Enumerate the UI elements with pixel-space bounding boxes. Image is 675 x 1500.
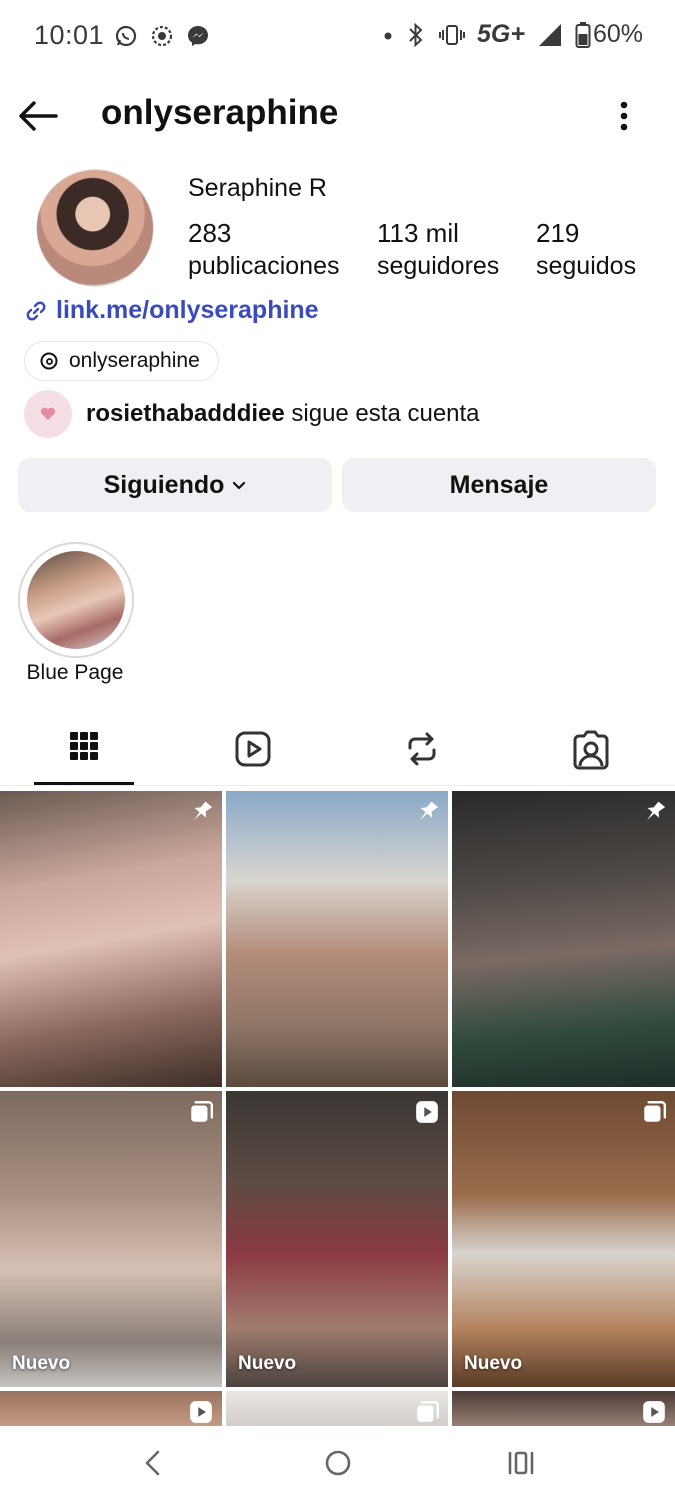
tab-divider	[0, 785, 675, 786]
carousel-icon	[417, 1401, 440, 1422]
follower-suffix: sigue esta cuenta	[291, 400, 480, 427]
following-button[interactable]: Siguiendo	[18, 458, 332, 512]
more-options-icon[interactable]	[606, 94, 642, 138]
whatsapp-icon	[115, 25, 137, 47]
reposts-icon[interactable]	[398, 726, 446, 774]
new-post-label: Nuevo	[464, 1353, 523, 1374]
post-tile[interactable]	[226, 791, 448, 1087]
post-tile[interactable]: Nuevo	[226, 1091, 448, 1387]
story-highlight[interactable]	[18, 542, 134, 658]
battery-percent: 60%	[592, 20, 643, 48]
follower-username: rosiethabadddiee	[86, 400, 285, 427]
nav-home-icon[interactable]	[322, 1447, 354, 1479]
dot-icon	[384, 32, 392, 39]
grid-icon[interactable]	[60, 726, 108, 774]
reel-icon	[416, 1101, 438, 1123]
carousel-icon	[644, 1101, 667, 1122]
carousel-icon	[191, 1101, 214, 1122]
threads-handle: onlyseraphine	[69, 349, 200, 372]
nav-recents-icon[interactable]	[505, 1447, 537, 1479]
followers-count[interactable]: 113 mil	[377, 218, 459, 249]
threads-icon	[40, 352, 58, 370]
nav-back-icon[interactable]	[138, 1447, 170, 1479]
bluetooth-icon	[409, 22, 423, 47]
pin-icon	[420, 801, 439, 821]
reel-icon	[190, 1401, 212, 1423]
signal-icon	[538, 23, 561, 46]
network-type: 5G+	[477, 20, 525, 48]
highlight-cover	[27, 551, 125, 649]
following-label: Siguiendo	[103, 470, 225, 499]
new-post-label: Nuevo	[238, 1353, 297, 1374]
pin-icon	[194, 801, 213, 821]
message-button[interactable]: Mensaje	[342, 458, 656, 512]
battery-icon	[575, 21, 591, 48]
post-tile[interactable]	[0, 791, 222, 1087]
vibrate-icon	[439, 24, 465, 45]
status-right: 5G+ 60%	[383, 20, 643, 49]
post-tile[interactable]	[452, 791, 675, 1087]
highlight-label[interactable]: Blue Page	[0, 661, 150, 685]
post-tile[interactable]	[226, 1391, 448, 1431]
posts-count[interactable]: 283	[188, 218, 231, 249]
chevron-down-icon	[233, 481, 246, 490]
threads-badge[interactable]: onlyseraphine	[24, 341, 219, 381]
profile-avatar[interactable]	[36, 169, 154, 287]
following-count[interactable]: 219	[536, 218, 579, 249]
post-tile[interactable]: Nuevo	[0, 1091, 222, 1387]
display-name: Seraphine R	[188, 174, 327, 202]
reel-icon	[643, 1401, 665, 1423]
reels-icon[interactable]	[229, 726, 277, 774]
status-time: 10:01	[34, 20, 105, 50]
follower-avatar	[24, 390, 72, 438]
tagged-icon[interactable]	[567, 726, 615, 774]
screen-record-icon	[151, 25, 173, 47]
post-tile[interactable]	[452, 1391, 675, 1431]
new-post-label: Nuevo	[12, 1353, 71, 1374]
profile-link[interactable]: link.me/onlyseraphine	[24, 296, 319, 325]
followers-label[interactable]: seguidores	[377, 252, 499, 281]
back-arrow-icon[interactable]	[16, 94, 60, 138]
message-label: Mensaje	[449, 470, 549, 499]
pin-icon	[647, 801, 666, 821]
following-label[interactable]: seguidos	[536, 252, 636, 281]
link-text[interactable]: link.me/onlyseraphine	[56, 296, 319, 325]
profile-username: onlyseraphine	[101, 93, 339, 132]
status-bar: 10:01 5G+ 60%	[0, 0, 675, 76]
messenger-icon	[188, 26, 208, 46]
post-tile[interactable]	[0, 1391, 222, 1431]
posts-grid: Nuevo Nuevo Nuevo	[0, 791, 675, 1431]
followed-by-row[interactable]: rosiethabadddiee sigue esta cuenta	[24, 390, 480, 438]
post-tile[interactable]: Nuevo	[452, 1091, 675, 1387]
heart-icon	[40, 407, 56, 420]
posts-label[interactable]: publicaciones	[188, 252, 340, 281]
link-icon	[26, 301, 46, 320]
